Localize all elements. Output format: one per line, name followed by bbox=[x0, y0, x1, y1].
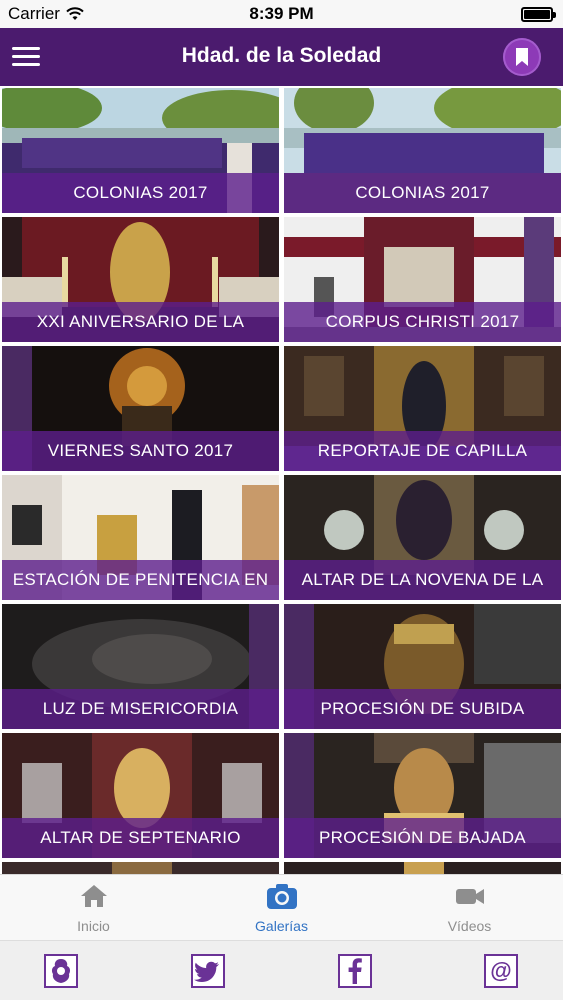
gallery-thumbnail bbox=[284, 862, 561, 874]
gallery-item-label: COLONIAS 2017 bbox=[284, 173, 561, 213]
bookmark-button[interactable] bbox=[503, 38, 541, 76]
gallery-item[interactable]: XXI ANIVERSARIO DE LA bbox=[2, 217, 279, 342]
tab-label: Galerías bbox=[255, 918, 308, 934]
gallery-item[interactable]: VIERNES SANTO 2017 bbox=[2, 346, 279, 471]
tab-label: Vídeos bbox=[447, 918, 492, 934]
gallery-item[interactable]: COLONIAS 2017 bbox=[284, 88, 561, 213]
gallery-item[interactable] bbox=[2, 862, 279, 874]
facebook-icon bbox=[348, 958, 362, 984]
crest-button[interactable] bbox=[44, 954, 78, 988]
status-bar: Carrier 8:39 PM bbox=[0, 0, 563, 28]
nav-bar: Hdad. de la Soledad bbox=[0, 28, 563, 86]
tab-bar: Inicio Galerías Vídeos bbox=[0, 874, 563, 940]
gallery-item-label: XXI ANIVERSARIO DE LA bbox=[2, 302, 279, 342]
gallery-item[interactable]: ALTAR DE LA NOVENA DE LA bbox=[284, 475, 561, 600]
twitter-icon bbox=[194, 961, 219, 982]
social-bar: @ bbox=[0, 940, 563, 1000]
email-at-icon: @ bbox=[490, 958, 512, 983]
gallery-thumbnail bbox=[2, 862, 279, 874]
camera-icon bbox=[266, 884, 297, 909]
bookmark-icon bbox=[516, 48, 528, 66]
tab-label: Inicio bbox=[77, 918, 110, 934]
gallery-item[interactable]: ALTAR DE SEPTENARIO bbox=[2, 733, 279, 858]
tab-inicio[interactable]: Inicio bbox=[0, 875, 187, 941]
gallery-item[interactable]: COLONIAS 2017 bbox=[2, 88, 279, 213]
brotherhood-crest-icon bbox=[51, 959, 71, 983]
gallery-item-label: REPORTAJE DE CAPILLA bbox=[284, 431, 561, 471]
email-button[interactable]: @ bbox=[484, 954, 518, 988]
gallery-item-label: VIERNES SANTO 2017 bbox=[2, 431, 279, 471]
gallery-item[interactable]: LUZ DE MISERICORDIA bbox=[2, 604, 279, 729]
gallery-item-label: PROCESIÓN DE BAJADA bbox=[284, 818, 561, 858]
gallery-grid: COLONIAS 2017 COLONIAS 2017 XXI ANIVERSA… bbox=[0, 86, 563, 874]
twitter-button[interactable] bbox=[191, 954, 225, 988]
facebook-button[interactable] bbox=[338, 954, 372, 988]
gallery-item-label: ALTAR DE LA NOVENA DE LA bbox=[284, 560, 561, 600]
gallery-item-label: CORPUS CHRISTI 2017 bbox=[284, 302, 561, 342]
gallery-item[interactable]: CORPUS CHRISTI 2017 bbox=[284, 217, 561, 342]
tab-videos[interactable]: Vídeos bbox=[376, 875, 563, 941]
gallery-item[interactable] bbox=[284, 862, 561, 874]
page-title: Hdad. de la Soledad bbox=[181, 44, 382, 67]
status-time: 8:39 PM bbox=[249, 4, 314, 23]
gallery-item[interactable]: PROCESIÓN DE SUBIDA bbox=[284, 604, 561, 729]
gallery-item-label: PROCESIÓN DE SUBIDA bbox=[284, 689, 561, 729]
battery-icon bbox=[521, 7, 556, 22]
gallery-item-label: ESTACIÓN DE PENITENCIA EN bbox=[2, 560, 279, 600]
gallery-item-label: LUZ DE MISERICORDIA bbox=[2, 689, 279, 729]
home-icon bbox=[80, 885, 107, 907]
gallery-item[interactable]: REPORTAJE DE CAPILLA bbox=[284, 346, 561, 471]
gallery-item[interactable]: PROCESIÓN DE BAJADA bbox=[284, 733, 561, 858]
tab-galerias[interactable]: Galerías bbox=[188, 875, 375, 941]
gallery-item-label: COLONIAS 2017 bbox=[2, 173, 279, 213]
gallery-item[interactable]: ESTACIÓN DE PENITENCIA EN bbox=[2, 475, 279, 600]
video-camera-icon bbox=[455, 889, 484, 904]
gallery-item-label: ALTAR DE SEPTENARIO bbox=[2, 818, 279, 858]
